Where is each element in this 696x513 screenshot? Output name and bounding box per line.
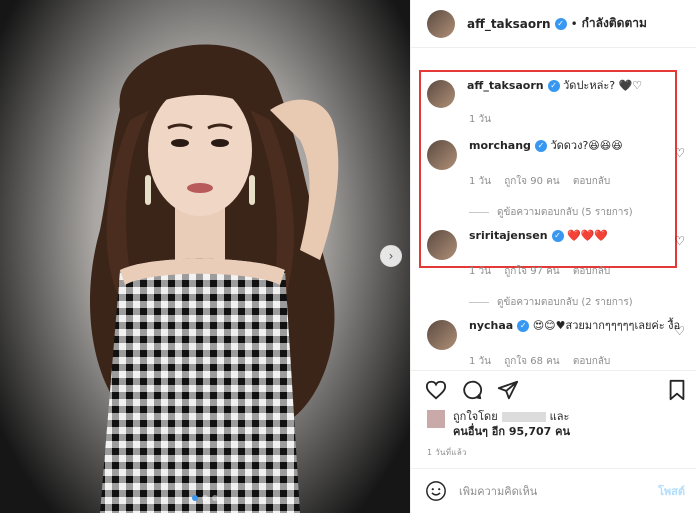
emoji-smiley-icon[interactable] xyxy=(425,480,447,502)
save-bookmark-icon[interactable] xyxy=(667,379,687,401)
others-likes-link[interactable]: คนอื่นๆ อีก 95,707 คน xyxy=(453,425,570,438)
verified-badge-icon: ✓ xyxy=(554,17,567,30)
carousel-dot xyxy=(192,495,198,501)
comment-row: sriritajensen ✓ ❤️❤️❤️ ♡ 1 วัน ถูกใจ 97 ค… xyxy=(427,228,689,310)
like-comment-heart-icon[interactable]: ♡ xyxy=(674,324,685,338)
comment-text: 😍😊♥สวยมากๆๆๆๆๆเลยค่ะ งื้อ xyxy=(532,319,681,332)
comment-bubble-icon[interactable] xyxy=(461,379,483,401)
post-comment-button[interactable]: โพสต์ xyxy=(658,482,685,500)
liked-by-prefix: ถูกใจโดย xyxy=(453,410,498,423)
comment-input[interactable] xyxy=(459,484,658,498)
following-button[interactable]: กำลังติดตาม xyxy=(582,14,647,33)
comment-time: 1 วัน xyxy=(469,356,491,367)
avatar[interactable] xyxy=(427,320,457,350)
like-comment-heart-icon[interactable]: ♡ xyxy=(674,234,685,248)
chevron-right-icon: › xyxy=(388,249,394,263)
blurred-username xyxy=(501,412,546,422)
post-header: aff_taksaorn ✓ • กำลังติดตาม xyxy=(411,0,696,48)
comment-time: 1 วัน xyxy=(469,266,491,277)
comment-composer: โพสต์ xyxy=(411,468,696,513)
carousel-dot xyxy=(212,495,218,501)
liked-by: ถูกใจโดย และ คนอื่นๆ อีก 95,707 คน xyxy=(427,409,570,439)
like-heart-icon[interactable] xyxy=(425,379,447,401)
post-photo[interactable]: › xyxy=(0,0,410,513)
comments-list[interactable]: aff_taksaorn ✓ วัดปะหล่ะ? 🖤♡ 1 วัน morcha… xyxy=(411,48,696,370)
separator-dot: • xyxy=(570,16,578,31)
comment-username[interactable]: sriritajensen xyxy=(469,229,548,242)
liker-avatar[interactable] xyxy=(427,410,445,428)
comment-meta: 1 วัน ถูกใจ 68 คน ตอบกลับ xyxy=(469,354,689,369)
instagram-post-view: › aff_taksaorn ✓ • กำลังติดตาม aff_taksa… xyxy=(0,0,696,513)
divider xyxy=(469,302,489,303)
view-replies[interactable]: ดูข้อความตอบกลับ (2 รายการ) xyxy=(469,295,689,310)
share-paper-plane-icon[interactable] xyxy=(497,379,519,401)
carousel-indicator xyxy=(0,495,410,501)
verified-badge-icon: ✓ xyxy=(517,320,530,332)
author-username[interactable]: aff_taksaorn xyxy=(467,17,551,31)
comment-meta: 1 วัน ถูกใจ 97 คน ตอบกลับ xyxy=(469,264,689,279)
liked-by-and: และ xyxy=(549,410,570,423)
comment-likes[interactable]: ถูกใจ 97 คน xyxy=(504,266,559,277)
view-replies-label: ดูข้อความตอบกลับ (2 รายการ) xyxy=(497,297,633,308)
avatar[interactable] xyxy=(427,230,457,260)
carousel-dot xyxy=(202,495,208,501)
next-photo-button[interactable]: › xyxy=(380,245,402,267)
reply-button[interactable]: ตอบกลับ xyxy=(573,266,610,277)
post-sidebar: aff_taksaorn ✓ • กำลังติดตาม aff_taksaor… xyxy=(410,0,696,513)
comment-username[interactable]: nychaa xyxy=(469,319,513,332)
post-actions: ถูกใจโดย และ คนอื่นๆ อีก 95,707 คน xyxy=(411,370,696,440)
avatar[interactable] xyxy=(427,9,455,38)
verified-badge-icon: ✓ xyxy=(551,230,564,242)
reply-button[interactable]: ตอบกลับ xyxy=(573,356,610,367)
comment-text: ❤️❤️❤️ xyxy=(567,229,609,242)
comment-likes[interactable]: ถูกใจ 68 คน xyxy=(504,356,559,367)
portrait-illustration xyxy=(90,44,339,513)
post-time: 1 วันที่แล้ว xyxy=(427,448,467,457)
comment-row: nychaa ✓ 😍😊♥สวยมากๆๆๆๆๆเลยค่ะ งื้อ ♡ 1 วั… xyxy=(427,318,689,369)
